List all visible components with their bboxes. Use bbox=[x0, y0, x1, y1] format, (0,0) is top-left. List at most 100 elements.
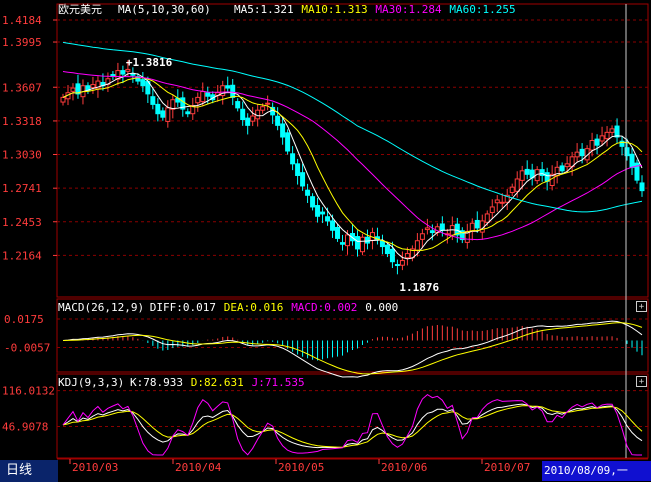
candlestick bbox=[90, 84, 96, 89]
candlestick bbox=[320, 211, 326, 215]
candlestick bbox=[300, 172, 306, 187]
candlestick bbox=[514, 178, 520, 192]
candlestick bbox=[290, 153, 296, 165]
candlestick bbox=[524, 168, 530, 175]
candlestick bbox=[265, 102, 271, 105]
main-y-tick-label: 1.4184 bbox=[2, 14, 42, 27]
candlestick bbox=[379, 240, 385, 248]
candlestick bbox=[484, 213, 490, 223]
candlestick bbox=[335, 226, 341, 239]
candlestick bbox=[509, 186, 515, 193]
x-tick-label: 2010/05 bbox=[278, 461, 324, 474]
candlestick bbox=[245, 117, 251, 126]
candlestick bbox=[579, 148, 585, 157]
candlestick bbox=[604, 131, 610, 140]
candlestick bbox=[155, 103, 161, 115]
candlestick bbox=[340, 242, 346, 245]
ma-params-label: MA(5,10,30,60) bbox=[118, 3, 211, 16]
candlestick bbox=[404, 253, 410, 259]
macd-expand-button[interactable]: + bbox=[636, 301, 647, 312]
candlestick bbox=[315, 205, 321, 217]
x-tick-label: 2010/03 bbox=[72, 461, 118, 474]
candlestick bbox=[185, 111, 191, 115]
candlestick bbox=[519, 170, 525, 181]
candlestick bbox=[489, 206, 495, 214]
selected-date: 2010/08/09,一 bbox=[542, 461, 651, 481]
ma-line-ma10 bbox=[62, 77, 643, 252]
candlestick bbox=[474, 219, 480, 229]
candlestick bbox=[594, 138, 600, 146]
ma-value-ma10: MA10:1.313 bbox=[301, 3, 367, 16]
candlestick bbox=[310, 196, 316, 208]
candlestick bbox=[70, 87, 76, 92]
ma-value-ma60: MA60:1.255 bbox=[449, 3, 515, 16]
candlestick bbox=[150, 96, 156, 105]
x-tick-label: 2010/06 bbox=[381, 461, 427, 474]
candlestick bbox=[275, 115, 281, 126]
candlestick bbox=[354, 236, 360, 250]
candlestick bbox=[250, 115, 256, 122]
macd-value-macd: MACD:0.002 bbox=[291, 301, 357, 314]
main-y-tick-label: 1.3995 bbox=[2, 36, 42, 49]
macd-value-extra: 0.000 bbox=[365, 301, 398, 314]
candlestick bbox=[424, 227, 430, 231]
kline-chart[interactable]: 1.4184 1.3995 1.3607 1.3318 1.3030 1.2741 1.24… bbox=[0, 0, 651, 482]
period-tab[interactable]: 日线 bbox=[0, 460, 58, 482]
kdj-k-line bbox=[62, 403, 643, 449]
main-y-tick-label: 1.3030 bbox=[2, 149, 42, 162]
kdj-value-j: J:71.535 bbox=[252, 376, 305, 389]
candlestick bbox=[564, 163, 570, 168]
candlestick bbox=[614, 125, 620, 138]
candlestick bbox=[140, 79, 146, 87]
candlestick bbox=[305, 189, 311, 196]
kdj-y-tick-label: 116.0132 bbox=[2, 385, 55, 398]
main-y-tick-label: 1.2164 bbox=[2, 249, 42, 262]
candlestick bbox=[419, 233, 425, 240]
macd-params-label: MACD(26,12,9) bbox=[58, 301, 144, 314]
x-tick-label: 2010/07 bbox=[484, 461, 530, 474]
candlestick bbox=[389, 248, 395, 263]
candlestick bbox=[394, 264, 400, 267]
main-y-tick-label: 1.3607 bbox=[2, 81, 42, 94]
candlestick bbox=[364, 236, 370, 244]
candlestick bbox=[230, 84, 236, 98]
candlestick bbox=[414, 240, 420, 251]
symbol-name: 欧元美元 bbox=[58, 3, 102, 16]
candlestick bbox=[399, 260, 405, 266]
candlestick bbox=[494, 199, 500, 204]
candlestick bbox=[260, 106, 266, 111]
macd-y-tick-label: 0.0175 bbox=[4, 313, 44, 326]
kdj-value-k: K:78.933 bbox=[130, 376, 183, 389]
candlestick bbox=[609, 128, 615, 133]
candlestick bbox=[240, 108, 246, 121]
kdj-params-label: KDJ(9,3,3) bbox=[58, 376, 124, 389]
ma-value-ma30: MA30:1.284 bbox=[375, 3, 442, 16]
candlestick bbox=[205, 92, 211, 97]
candlestick bbox=[285, 132, 291, 152]
candlestick bbox=[325, 216, 331, 222]
macd-value-dea: DEA:0.016 bbox=[224, 301, 284, 314]
kdj-value-d: D:82.631 bbox=[191, 376, 244, 389]
candlestick bbox=[195, 96, 201, 104]
x-tick-label: 2010/04 bbox=[175, 461, 222, 474]
candlestick bbox=[235, 101, 241, 109]
candlestick bbox=[429, 230, 435, 234]
main-panel-frame bbox=[56, 3, 649, 298]
candlestick bbox=[359, 236, 365, 253]
candlestick bbox=[499, 201, 505, 204]
candlestick bbox=[330, 220, 336, 231]
candlestick bbox=[629, 153, 635, 168]
macd-y-tick-label: -0.0057 bbox=[4, 342, 50, 355]
candlestick bbox=[280, 123, 286, 138]
ma-value-ma5: MA5:1.321 bbox=[234, 3, 294, 16]
chart-window: 1.4184 1.3995 1.3607 1.3318 1.3030 1.2741 1.24… bbox=[0, 0, 651, 482]
candlestick bbox=[225, 85, 231, 89]
candlestick bbox=[599, 135, 605, 142]
main-y-tick-label: 1.2741 bbox=[2, 182, 42, 195]
candlestick bbox=[295, 163, 301, 176]
candlestick bbox=[589, 140, 595, 151]
candlestick bbox=[574, 151, 580, 158]
candlestick bbox=[559, 165, 565, 172]
candlestick bbox=[639, 182, 645, 192]
kdj-expand-button[interactable]: + bbox=[636, 376, 647, 387]
